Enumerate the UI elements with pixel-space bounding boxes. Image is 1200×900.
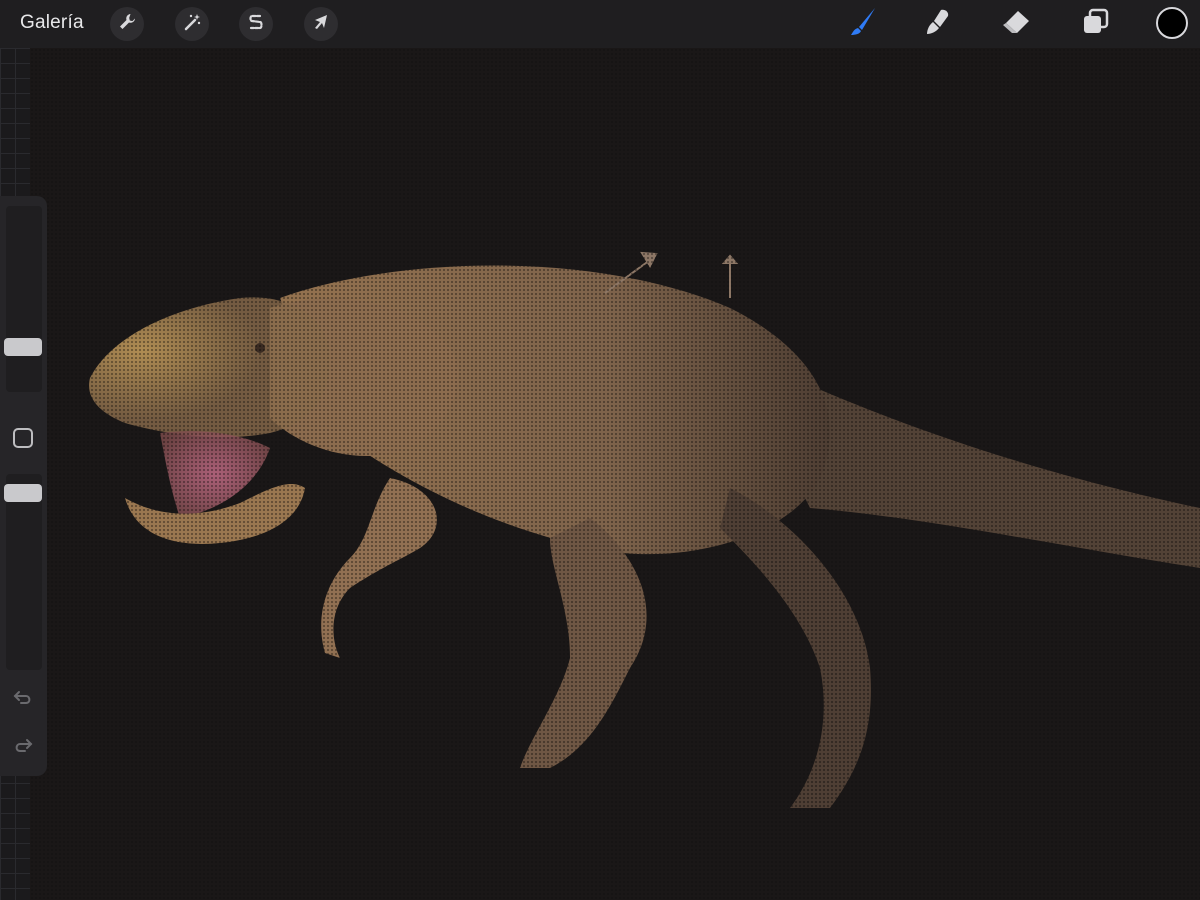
layers-button[interactable] xyxy=(1078,6,1114,42)
brush-button[interactable] xyxy=(844,6,880,42)
adjustments-button[interactable] xyxy=(175,7,209,41)
actions-button[interactable] xyxy=(110,7,144,41)
redo-button[interactable] xyxy=(11,736,35,760)
drawing-canvas[interactable] xyxy=(30,48,1200,900)
layers-icon xyxy=(1081,7,1111,42)
wrench-icon xyxy=(117,12,137,37)
selection-s-icon xyxy=(246,12,266,37)
brush-opacity-thumb[interactable] xyxy=(4,484,42,502)
procreate-app: Galería xyxy=(0,0,1200,900)
trex-head xyxy=(89,297,330,438)
transform-button[interactable] xyxy=(304,7,338,41)
brush-opacity-slider[interactable] xyxy=(4,474,42,670)
smudge-button[interactable] xyxy=(920,6,956,42)
redo-icon xyxy=(12,737,34,760)
brush-size-slider[interactable] xyxy=(4,206,42,392)
eraser-button[interactable] xyxy=(998,6,1034,42)
cursor-arrow-icon xyxy=(311,12,331,37)
artwork-svg xyxy=(89,251,1200,808)
brush-size-thumb[interactable] xyxy=(4,338,42,356)
trex-back-leg xyxy=(520,518,647,768)
gallery-button[interactable]: Galería xyxy=(20,12,84,34)
trex-far-leg xyxy=(720,488,871,808)
left-sidebar xyxy=(0,196,47,776)
selection-button[interactable] xyxy=(239,7,273,41)
undo-icon xyxy=(12,689,34,712)
trex-eye xyxy=(255,343,265,353)
eraser-icon xyxy=(1000,7,1032,42)
undo-button[interactable] xyxy=(11,688,35,712)
modify-button[interactable] xyxy=(13,428,33,448)
top-toolbar: Galería xyxy=(0,0,1200,48)
magic-wand-icon xyxy=(182,12,202,37)
color-picker-swatch[interactable] xyxy=(1156,7,1188,39)
brush-icon xyxy=(845,5,879,44)
smudge-icon xyxy=(923,7,953,42)
arrow-2 xyxy=(721,254,739,298)
trex-arm xyxy=(321,478,437,658)
